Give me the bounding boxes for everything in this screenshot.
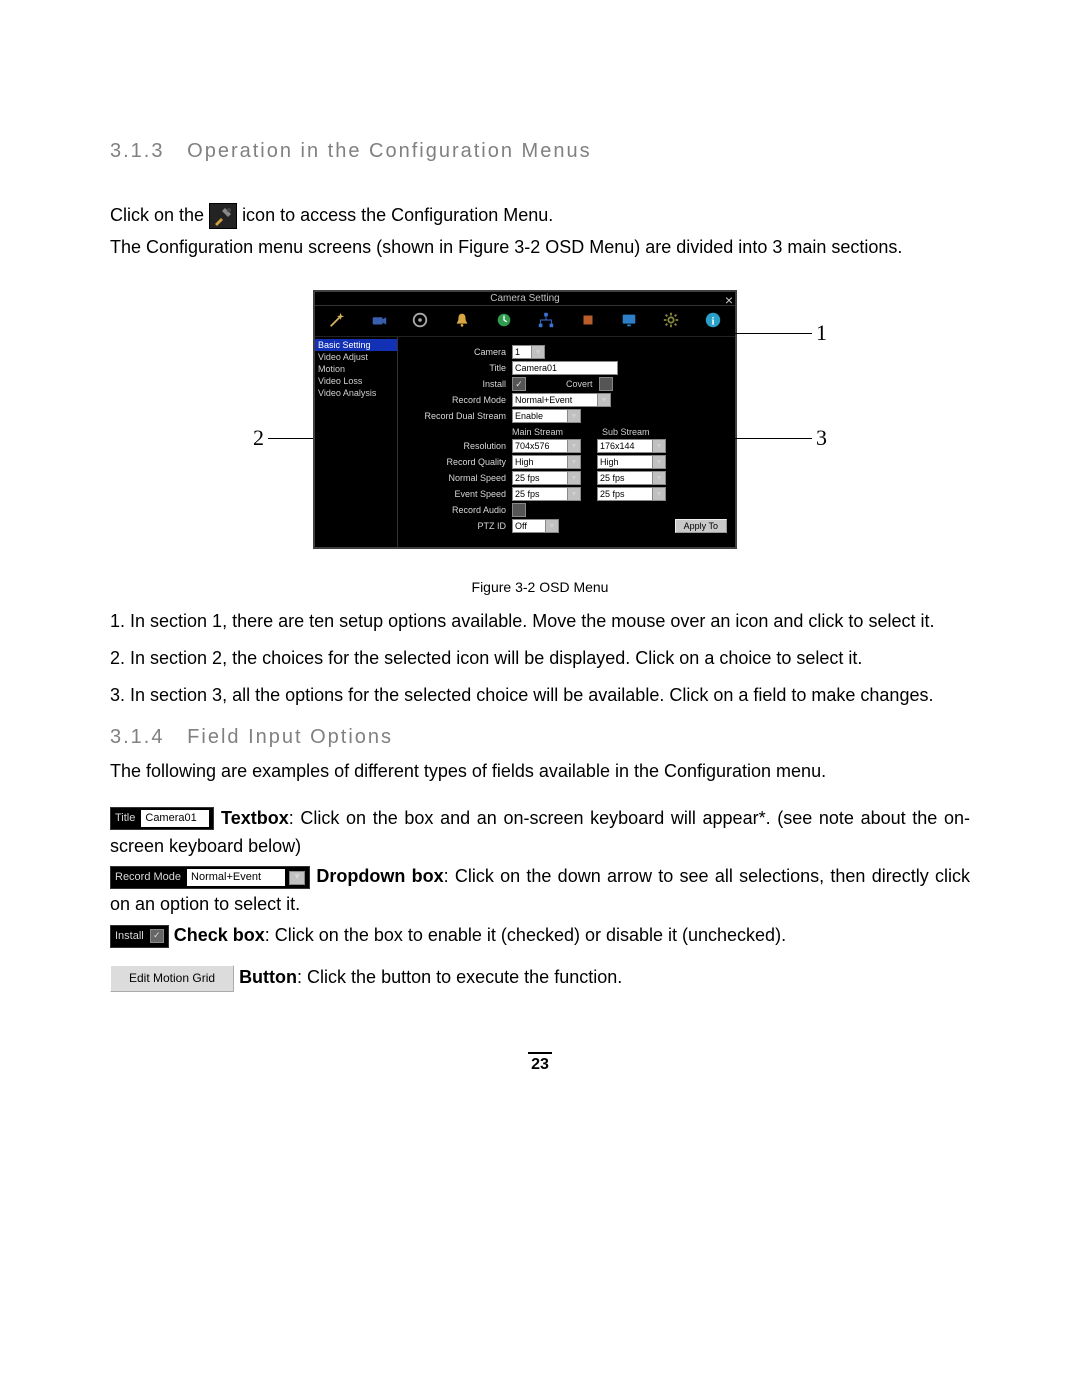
ra-label: Record Audio <box>406 505 512 515</box>
substream-header: Sub Stream <box>602 427 692 437</box>
check-icon[interactable]: ✓ <box>150 929 164 943</box>
wand-icon[interactable] <box>327 310 347 330</box>
heading-num: 3.1.3 <box>110 140 164 162</box>
osd-titlebar: Camera Setting × <box>315 292 735 306</box>
para-314: The following are examples of different … <box>110 759 970 784</box>
tools-icon <box>209 203 237 229</box>
ns-sub-select[interactable]: 25 fps▼ <box>597 471 666 485</box>
heading-313: 3.1.3 Operation in the Configuration Men… <box>110 140 970 163</box>
para-sections: The Configuration menu screens (shown in… <box>110 235 970 260</box>
clock-icon[interactable] <box>494 310 514 330</box>
covert-checkbox[interactable] <box>599 377 613 391</box>
checkbox-label: Install <box>115 928 146 945</box>
dropdown-bold: Dropdown box <box>316 866 443 886</box>
recmode-label: Record Mode <box>406 395 512 405</box>
para-click-icon: Click on the icon to access the Configur… <box>110 203 970 229</box>
example-textbox: Title Camera01 Textbox: Click on the box… <box>110 805 970 861</box>
button-bold: Button <box>239 967 297 987</box>
q-main-select[interactable]: High▼ <box>512 455 581 469</box>
title-input[interactable]: Camera01 <box>512 361 618 375</box>
es-main-select[interactable]: 25 fps▼ <box>512 487 581 501</box>
ra-checkbox[interactable] <box>512 503 526 517</box>
textbox-bold: Textbox <box>221 808 289 828</box>
textbox-field[interactable]: Title Camera01 <box>110 807 214 830</box>
camera-icon[interactable] <box>369 310 389 330</box>
para1a: Click on the <box>110 205 209 225</box>
leader-line <box>268 438 318 439</box>
es-label: Event Speed <box>406 489 512 499</box>
edit-motion-grid-button[interactable]: Edit Motion Grid <box>110 965 234 992</box>
chip-icon[interactable] <box>578 310 598 330</box>
checkbox-bold: Check box <box>174 925 265 945</box>
dropdown-label: Record Mode <box>115 869 183 886</box>
heading-314: 3.1.4 Field Input Options <box>110 726 970 749</box>
leader-1: 1 <box>816 320 827 346</box>
q-sub-select[interactable]: High▼ <box>597 455 666 469</box>
checkbox-rest: : Click on the box to enable it (checked… <box>265 925 786 945</box>
dropdown-field[interactable]: Record Mode Normal+Event ▼ <box>110 866 310 889</box>
example-button: Edit Motion Grid Button: Click the butto… <box>110 964 970 992</box>
chevron-down-icon[interactable]: ▼ <box>289 871 305 885</box>
example-dropdown: Record Mode Normal+Event ▼ Dropdown box:… <box>110 863 970 919</box>
camera-select[interactable]: 1▼ <box>512 345 545 359</box>
title-label: Title <box>406 363 512 373</box>
heading-text: Operation in the Configuration Menus <box>187 140 591 162</box>
gear-icon[interactable] <box>661 310 681 330</box>
list-item-2: 2. In section 2, the choices for the sel… <box>110 648 970 669</box>
dropdown-value[interactable]: Normal+Event <box>187 869 285 886</box>
osd-main: Camera 1▼ Title Camera01 Install ✓ Cover… <box>398 337 735 547</box>
figure-3-2: 2 Camera Setting × <box>110 290 970 595</box>
leader-2: 2 <box>253 425 264 451</box>
list-item-3: 3. In section 3, all the options for the… <box>110 685 970 706</box>
mainstream-header: Main Stream <box>512 427 602 437</box>
monitor-icon[interactable] <box>619 310 639 330</box>
network-icon[interactable] <box>536 310 556 330</box>
osd-title: Camera Setting <box>490 293 559 304</box>
res-main-select[interactable]: 704x576▼ <box>512 439 581 453</box>
button-rest: : Click the button to execute the functi… <box>297 967 622 987</box>
install-checkbox[interactable]: ✓ <box>512 377 526 391</box>
page-number: 23 <box>528 1052 552 1074</box>
para1b: icon to access the Configuration Menu. <box>242 205 553 225</box>
osd-window: Camera Setting × i Bas <box>313 290 737 549</box>
info-icon[interactable]: i <box>703 310 723 330</box>
bell-icon[interactable] <box>452 310 472 330</box>
osd-toolbar: i <box>315 306 735 337</box>
close-icon[interactable]: × <box>725 292 733 308</box>
heading-num: 3.1.4 <box>110 726 164 748</box>
dual-label: Record Dual Stream <box>406 411 512 421</box>
apply-to-button[interactable]: Apply To <box>675 519 727 533</box>
ptz-select[interactable]: Off▼ <box>512 519 559 533</box>
leader-3: 3 <box>816 425 827 451</box>
ns-main-select[interactable]: 25 fps▼ <box>512 471 581 485</box>
sidebar-item-videoadjust[interactable]: Video Adjust <box>315 351 397 363</box>
install-label: Install <box>406 379 512 389</box>
dual-select[interactable]: Enable▼ <box>512 409 581 423</box>
leader-line <box>735 438 812 439</box>
example-checkbox: Install ✓ Check box: Click on the box to… <box>110 922 970 950</box>
disc-icon[interactable] <box>410 310 430 330</box>
camera-label: Camera <box>406 347 512 357</box>
checkbox-field[interactable]: Install ✓ <box>110 925 169 948</box>
osd-sidebar: Basic Setting Video Adjust Motion Video … <box>315 337 398 547</box>
sidebar-item-videoloss[interactable]: Video Loss <box>315 375 397 387</box>
ns-label: Normal Speed <box>406 473 512 483</box>
es-sub-select[interactable]: 25 fps▼ <box>597 487 666 501</box>
textbox-value[interactable]: Camera01 <box>141 810 209 827</box>
ptz-label: PTZ ID <box>406 521 512 531</box>
res-sub-select[interactable]: 176x144▼ <box>597 439 666 453</box>
list-item-1: 1. In section 1, there are ten setup opt… <box>110 611 970 632</box>
figure-caption: Figure 3-2 OSD Menu <box>110 579 970 595</box>
sidebar-item-motion[interactable]: Motion <box>315 363 397 375</box>
sidebar-item-basic[interactable]: Basic Setting <box>315 339 397 351</box>
leader-line <box>735 333 812 334</box>
svg-text:i: i <box>712 316 715 328</box>
res-label: Resolution <box>406 441 512 451</box>
sidebar-item-videoanalysis[interactable]: Video Analysis <box>315 387 397 399</box>
covert-label: Covert <box>566 379 599 389</box>
textbox-label: Title <box>115 810 137 827</box>
recmode-select[interactable]: Normal+Event▼ <box>512 393 611 407</box>
heading-text: Field Input Options <box>187 726 393 748</box>
q-label: Record Quality <box>406 457 512 467</box>
